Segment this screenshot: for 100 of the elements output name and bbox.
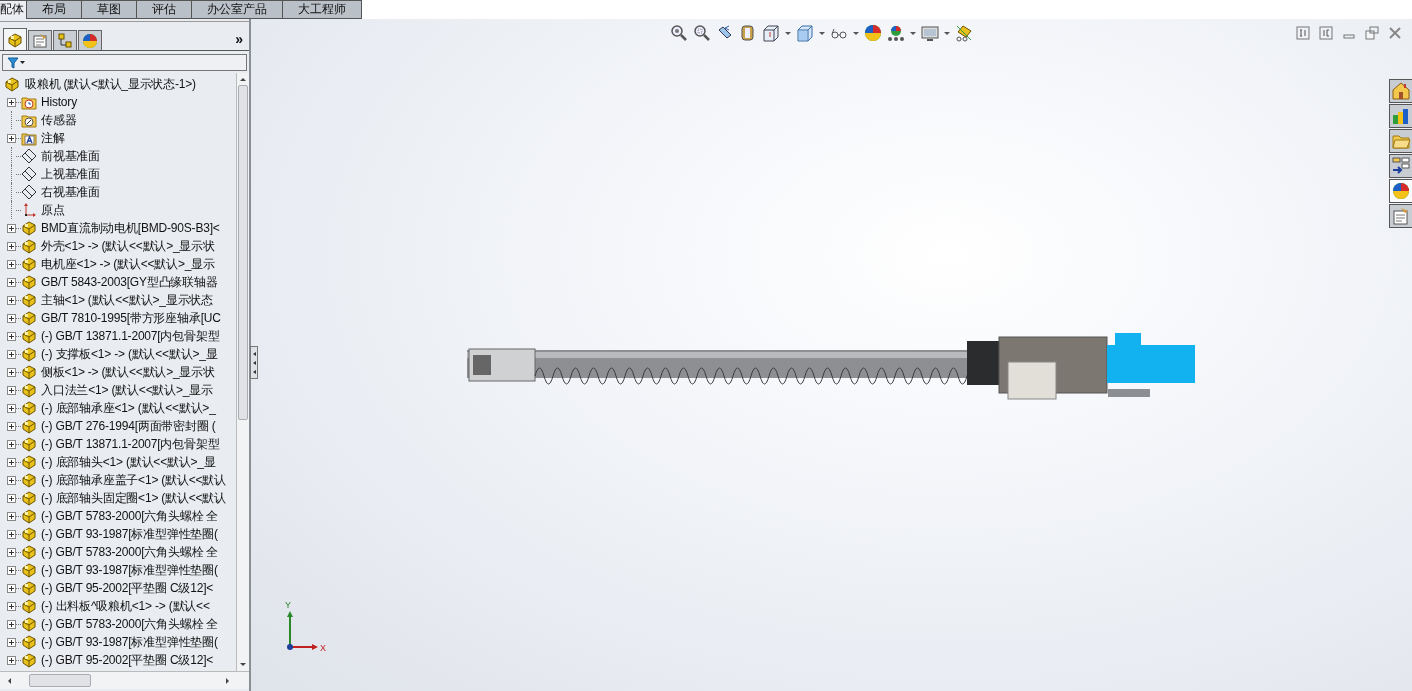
assembly-name[interactable]: 吸粮机 (默认<默认_显示状态-1>) [25, 75, 196, 93]
expand-icon[interactable] [7, 385, 16, 395]
expand-icon[interactable] [7, 295, 16, 305]
panel-tab[interactable] [78, 30, 102, 50]
tree-item[interactable]: 入口法兰<1> (默认<<默认>_显示 [41, 381, 213, 399]
expand-icon[interactable] [7, 565, 16, 575]
tree-item[interactable]: (-) GB/T 276-1994[两面带密封圈 ( [41, 417, 216, 435]
expand-icon[interactable] [7, 457, 16, 467]
ribbon-tab[interactable]: 办公室产品 [192, 0, 283, 19]
expand-icon[interactable] [7, 493, 16, 503]
expand-icon[interactable] [7, 223, 16, 233]
tree-item[interactable]: 上视基准面 [41, 165, 100, 183]
tree-item[interactable]: BMD直流制动电机[BMD-90S-B3]< [41, 219, 220, 237]
expand-icon[interactable] [7, 547, 16, 557]
toolbar-button[interactable] [796, 24, 825, 42]
expand-icon[interactable] [7, 367, 16, 377]
tree-item[interactable]: (-) GB/T 95-2002[平垫圈 C级12]< [41, 651, 214, 669]
tree-item[interactable]: (-) GB/T 5783-2000[六角头螺栓 全 [41, 543, 219, 561]
tile-left-icon[interactable] [1296, 26, 1310, 40]
tree-item[interactable]: (-) 底部轴头固定圈<1> (默认<<默认 [41, 489, 226, 507]
horizontal-scrollbar[interactable] [0, 671, 249, 689]
tree-item[interactable]: (-) GB/T 95-2002[平垫圈 C级12]< [41, 579, 214, 597]
expand-icon[interactable] [7, 475, 16, 485]
task-pane-tab[interactable] [1389, 179, 1412, 203]
toolbar-button[interactable] [693, 24, 711, 42]
tree-item[interactable]: (-) 底部轴承座盖子<1> (默认<<默认 [41, 471, 226, 489]
toolbar-button[interactable] [921, 24, 950, 42]
expand-icon[interactable] [7, 241, 16, 251]
tree-item[interactable]: (-) GB/T 93-1987[标准型弹性垫圈( [41, 633, 218, 651]
panel-tab[interactable] [3, 28, 27, 50]
expand-icon[interactable] [7, 637, 16, 647]
tree-item[interactable]: GB/T 5843-2003[GY型凸缘联轴器 [41, 273, 218, 291]
restore-icon[interactable] [1365, 26, 1379, 40]
expand-icon[interactable] [7, 277, 16, 287]
tree-item[interactable]: 右视基准面 [41, 183, 100, 201]
expand-icon[interactable] [7, 421, 16, 431]
toolbar-button[interactable] [739, 24, 757, 42]
clock-folder-icon [21, 94, 37, 110]
tree-item[interactable]: 前视基准面 [41, 147, 100, 165]
ribbon-tab[interactable]: 布局 [27, 0, 82, 19]
expand-icon[interactable] [7, 313, 16, 323]
tree-item[interactable]: (-) GB/T 5783-2000[六角头螺栓 全 [41, 507, 219, 525]
tree-item[interactable]: 原点 [41, 201, 65, 219]
expand-icon[interactable] [7, 529, 16, 539]
tree-item[interactable]: (-) GB/T 5783-2000[六角头螺栓 全 [41, 615, 219, 633]
ribbon-tab[interactable]: 配体 [0, 0, 27, 20]
expand-panel-button[interactable]: » [235, 31, 245, 50]
vertical-scrollbar[interactable] [236, 73, 249, 671]
part-icon [21, 508, 37, 524]
section-view-icon [739, 24, 757, 42]
tree-item[interactable]: History [41, 95, 77, 109]
task-pane-tab[interactable] [1389, 204, 1412, 228]
hierarchy-icon [57, 32, 73, 49]
task-pane-tab[interactable] [1389, 154, 1412, 178]
panel-tab[interactable] [53, 30, 77, 50]
collapse-handle[interactable] [250, 346, 258, 379]
expand-icon[interactable] [7, 331, 16, 341]
toolbar-button[interactable] [864, 24, 882, 42]
expand-icon[interactable] [7, 97, 16, 107]
tree-item[interactable]: 传感器 [41, 111, 77, 129]
task-pane-tab[interactable] [1389, 104, 1412, 128]
expand-icon[interactable] [7, 133, 16, 143]
tree-item[interactable]: (-) 底部轴头<1> (默认<<默认>_显 [41, 453, 216, 471]
toolbar-button[interactable] [887, 24, 916, 42]
tree-item[interactable]: (-) 出料板^吸粮机<1> -> (默认<< [41, 597, 210, 615]
ribbon-tab[interactable]: 大工程师 [283, 0, 362, 19]
tree-item[interactable]: 注解 [41, 129, 65, 147]
toolbar-button[interactable] [670, 24, 688, 42]
tree-item[interactable]: (-) GB/T 93-1987[标准型弹性垫圈( [41, 561, 218, 579]
ribbon-tab[interactable]: 评估 [137, 0, 192, 19]
tile-right-icon[interactable] [1319, 26, 1333, 40]
expand-icon[interactable] [7, 583, 16, 593]
expand-icon[interactable] [7, 259, 16, 269]
ribbon-tab[interactable]: 草图 [82, 0, 137, 19]
color-ball-icon [864, 24, 882, 42]
toolbar-button[interactable] [955, 24, 973, 42]
tree-item[interactable]: GB/T 7810-1995[带方形座轴承[UC [41, 309, 221, 327]
panel-tab[interactable] [28, 30, 52, 50]
expand-icon[interactable] [7, 601, 16, 611]
tree-item[interactable]: 侧板<1> -> (默认<<默认>_显示状 [41, 363, 215, 381]
task-pane-tab[interactable] [1389, 79, 1412, 103]
toolbar-button[interactable] [762, 24, 791, 42]
tree-item[interactable]: (-) 支撑板<1> -> (默认<<默认>_显 [41, 345, 218, 363]
close-icon[interactable] [1388, 26, 1402, 40]
expand-icon[interactable] [7, 511, 16, 521]
expand-icon[interactable] [7, 655, 16, 665]
tree-item[interactable]: 电机座<1> -> (默认<<默认>_显示 [41, 255, 215, 273]
tree-item[interactable]: (-) GB/T 13871.1-2007[内包骨架型 [41, 435, 220, 453]
tree-item[interactable]: 外壳<1> -> (默认<<默认>_显示状 [41, 237, 215, 255]
tree-item[interactable]: 主轴<1> (默认<<默认>_显示状态 [41, 291, 213, 309]
filter-bar[interactable] [2, 54, 247, 71]
tree-item[interactable]: (-) 底部轴承座<1> (默认<<默认>_ [41, 399, 216, 417]
tree-item[interactable]: (-) GB/T 93-1987[标准型弹性垫圈( [41, 525, 218, 543]
expand-icon[interactable] [7, 403, 16, 413]
tree-item[interactable]: (-) GB/T 13871.1-2007[内包骨架型 [41, 327, 220, 345]
expand-icon[interactable] [7, 439, 16, 449]
part-icon [21, 634, 37, 650]
task-pane-tab[interactable] [1389, 129, 1412, 153]
expand-icon[interactable] [7, 619, 16, 629]
expand-icon[interactable] [7, 349, 16, 359]
